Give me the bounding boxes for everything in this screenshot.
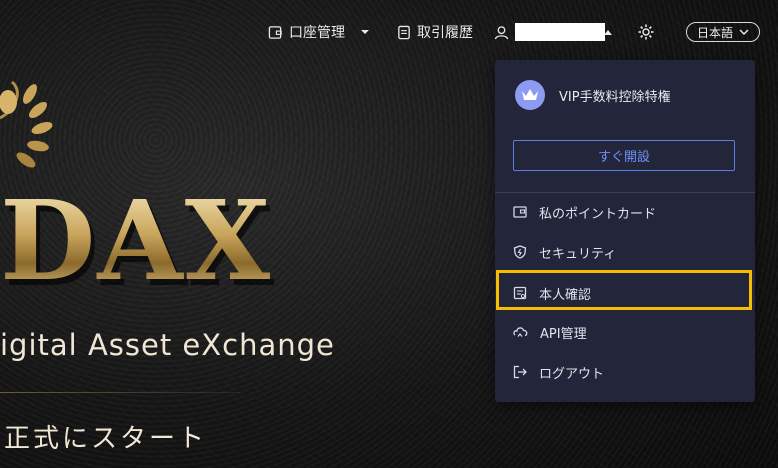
top-navigation: 口座管理 取引履歴 日本語 xyxy=(0,0,778,64)
hero-subtitle: 正式にスタート xyxy=(4,424,208,454)
menu-item-logout[interactable]: ログアウト xyxy=(513,360,743,384)
menu-item-label: セキュリティ xyxy=(539,246,617,262)
caret-down-icon xyxy=(361,30,369,34)
menu-divider xyxy=(495,192,755,193)
trade-history-link[interactable]: 取引履歴 xyxy=(397,18,473,46)
caret-up-icon xyxy=(604,30,612,35)
language-label: 日本語 xyxy=(696,25,733,40)
user-icon xyxy=(494,25,509,39)
chevron-down-icon xyxy=(739,29,749,35)
menu-item-label: ログアウト xyxy=(539,366,605,382)
hero-divider xyxy=(0,392,240,393)
logout-icon xyxy=(513,365,527,379)
language-selector[interactable]: 日本語 xyxy=(686,22,760,42)
shield-icon xyxy=(513,245,527,259)
menu-item-label: API管理 xyxy=(540,326,587,342)
wallet-icon xyxy=(268,25,282,39)
settings-gear-icon[interactable] xyxy=(638,24,654,40)
document-icon xyxy=(398,25,410,39)
laurel-emblem-icon xyxy=(0,80,53,168)
vip-label: VIP手数料控除特権 xyxy=(559,89,671,105)
tagline: igital Asset eXchange xyxy=(0,328,335,362)
trade-history-label: 取引履歴 xyxy=(417,25,473,41)
card-icon xyxy=(513,206,527,218)
account-management-label: 口座管理 xyxy=(289,25,345,41)
highlight-box-identity-verification xyxy=(496,270,752,310)
api-icon xyxy=(513,327,528,337)
user-menu[interactable] xyxy=(494,18,605,46)
account-management-menu[interactable]: 口座管理 xyxy=(268,18,373,46)
open-now-button[interactable]: すぐ開設 xyxy=(513,140,735,171)
user-dropdown-menu: VIP手数料控除特権 すぐ開設 私のポイントカード セキュリティ 本人確認 AP… xyxy=(495,60,755,402)
menu-item-api-management[interactable]: API管理 xyxy=(513,320,743,344)
menu-item-label: 私のポイントカード xyxy=(539,206,657,222)
username-redacted xyxy=(515,23,605,41)
menu-item-security[interactable]: セキュリティ xyxy=(513,240,743,264)
menu-item-point-card[interactable]: 私のポイントカード xyxy=(513,200,743,224)
vip-privilege-row[interactable]: VIP手数料控除特権 xyxy=(515,80,671,110)
logo-text: DAX xyxy=(0,176,273,305)
crown-icon xyxy=(515,80,545,110)
